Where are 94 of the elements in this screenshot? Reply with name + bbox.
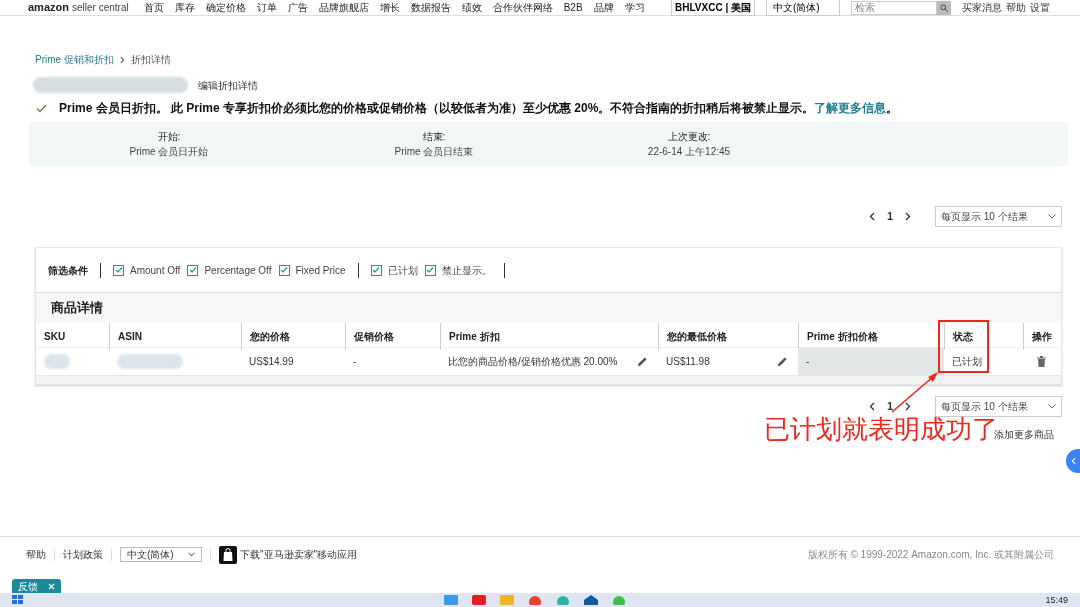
copyright-text: 版权所有 © 1999-2022 Amazon.com, Inc. 或其附属公司 — [807, 548, 1054, 562]
nav-item[interactable]: 品牌 — [593, 0, 614, 15]
nav-item[interactable]: 数据报告 — [410, 0, 451, 15]
previous-page-icon[interactable] — [868, 212, 875, 221]
breadcrumb-link[interactable]: Prime 促销和折扣 — [35, 52, 114, 67]
checkbox[interactable] — [370, 264, 382, 276]
close-icon[interactable] — [48, 582, 55, 590]
table-cell-text: 比您的商品价格/促销价格优惠 20.00% — [448, 355, 618, 369]
checkbox-label: 已计划 — [387, 263, 418, 278]
footer-language-select[interactable]: 中文(简体) — [120, 547, 202, 562]
page-number[interactable]: 1 — [886, 208, 893, 225]
language-select[interactable]: 中文(简体) — [766, 0, 840, 16]
feedback-tab[interactable]: 反馈 — [12, 579, 61, 593]
results-per-page-select[interactable]: 每页显示 10 个结果 — [935, 206, 1062, 227]
breadcrumb-current: 折扣详情 — [130, 53, 171, 67]
nav-item[interactable]: 确定价格 — [205, 0, 246, 15]
breadcrumb-separator-icon — [119, 55, 125, 64]
nav-item[interactable]: 首页 — [143, 0, 164, 15]
nav-item[interactable]: 合作伙伴网络 — [492, 0, 553, 15]
blurred-value — [44, 354, 70, 369]
edit-details-link[interactable]: 编辑折扣详情 — [198, 77, 258, 93]
footer-link[interactable]: 计划政策 — [63, 547, 103, 562]
chevron-down-icon — [188, 552, 195, 557]
side-panel-toggle[interactable] — [1066, 449, 1080, 473]
column-header: Prime 折扣 — [449, 330, 500, 344]
header-link[interactable]: 设置 — [1030, 0, 1050, 15]
next-page-icon[interactable] — [905, 402, 911, 411]
shopping-bag-icon — [219, 545, 237, 564]
nav-item[interactable]: B2B — [563, 0, 583, 15]
info-label: 结束: — [422, 130, 446, 144]
chevron-down-icon — [1048, 404, 1056, 409]
search-icon — [940, 3, 948, 12]
column-header: SKU — [44, 330, 66, 344]
column-header: 操作 — [1032, 330, 1052, 344]
checkbox-label: Fixed Price — [295, 263, 346, 278]
windows-icon[interactable] — [12, 595, 24, 605]
pencil-icon[interactable] — [637, 356, 648, 367]
annotation-box — [938, 320, 989, 373]
check-icon — [36, 103, 47, 113]
nav-item[interactable]: 广告 — [287, 0, 308, 15]
column-header: 促销价格 — [354, 330, 394, 344]
header-link[interactable]: 买家消息 — [962, 0, 1002, 15]
app-download-link[interactable]: 下载"亚马逊卖家"移动应用 — [240, 547, 358, 562]
column-header: 您的最低价格 — [667, 330, 727, 344]
checkbox[interactable] — [187, 264, 199, 276]
checkbox-label: Amount Off — [130, 263, 181, 278]
checkbox[interactable] — [278, 264, 290, 276]
account-switcher[interactable]: BHLVXCC | 美国 — [671, 0, 755, 16]
nav-item[interactable]: 库存 — [174, 0, 195, 15]
nav-item[interactable]: 增长 — [379, 0, 400, 15]
notice-text: Prime 会员日折扣。 此 Prime 专享折扣价必须比您的价格或促销价格（以较低者为准）至少优惠 20%。不符合指南的折扣稍后将被禁止显示。了解更多信息。 — [59, 100, 899, 117]
app-icon[interactable] — [583, 595, 598, 605]
search-field[interactable]: 检索 — [851, 0, 937, 15]
next-page-icon[interactable] — [905, 212, 911, 221]
column-header: Prime 折扣价格 — [807, 330, 878, 344]
table-cell-text: 已计划 — [952, 355, 982, 369]
header-link[interactable]: 帮助 — [1006, 0, 1026, 15]
app-icon[interactable] — [471, 595, 486, 605]
nav-item[interactable]: 品牌旗舰店 — [318, 0, 369, 15]
nav-item[interactable]: 学习 — [624, 0, 645, 15]
section-title: 商品详情 — [51, 299, 103, 318]
column-header: 状态 — [953, 330, 973, 344]
table-cell-text: US$14.99 — [249, 355, 294, 369]
filter-label: 筛选条件 — [48, 263, 88, 278]
chevron-down-icon — [1048, 214, 1056, 219]
info-label: 上次更改: — [667, 130, 711, 144]
checkbox[interactable] — [113, 264, 124, 276]
pencil-icon[interactable] — [777, 356, 788, 367]
info-value: Prime 会员日结束 — [394, 145, 474, 159]
previous-page-icon[interactable] — [868, 402, 875, 411]
table-cell-text: - — [353, 355, 357, 369]
checkbox-label: Percentage Off — [204, 263, 272, 278]
table-cell: - — [798, 348, 944, 375]
checkbox[interactable] — [424, 264, 436, 276]
info-value: Prime 会员日开始 — [129, 145, 209, 159]
chevron-left-icon[interactable] — [1070, 457, 1076, 465]
blurred-value — [117, 354, 183, 369]
column-header: 您的价格 — [250, 330, 290, 344]
logo-wordmark[interactable]: amazon — [28, 2, 69, 13]
clock: 15:49 — [1045, 595, 1068, 605]
column-header: ASIN — [118, 330, 142, 344]
checkbox-label: 禁止显示。 — [441, 263, 492, 278]
nav-item[interactable]: 订单 — [256, 0, 277, 15]
search-button[interactable] — [937, 0, 951, 15]
page-number[interactable]: 1 — [886, 398, 893, 415]
info-label: 开始: — [157, 130, 181, 144]
info-value: 22-6-14 上午12:45 — [647, 145, 731, 159]
nav-item[interactable]: 绩效 — [461, 0, 482, 15]
table-cell-text: US$11.98 — [666, 355, 710, 369]
learn-more-link[interactable]: 了解更多信息 — [814, 101, 887, 115]
results-per-page-select[interactable]: 每页显示 10 个结果 — [935, 396, 1062, 417]
logo-product-name[interactable]: seller central — [71, 3, 129, 13]
trash-icon[interactable] — [1037, 356, 1046, 367]
footer-link[interactable]: 帮助 — [26, 547, 46, 562]
